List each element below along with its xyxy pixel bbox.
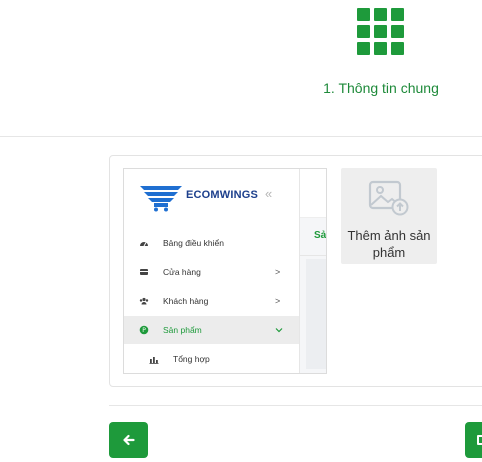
chevron-right-icon: > [275,267,281,277]
divider [109,405,482,406]
sidebar-item-customers[interactable]: Khách hàng > [124,287,299,315]
save-button[interactable] [465,422,482,458]
arrow-left-icon [122,434,135,446]
sidebar-item-label: Cửa hàng [163,267,201,277]
add-photo-label: Thêm ảnh sản phẩm [347,228,431,260]
brand-name: ECOMWINGS [186,189,259,201]
ecomwings-logo [140,186,182,212]
divider [300,255,326,256]
sidebar-item-products[interactable]: P Sản phẩm [124,316,299,344]
sidebar-item-store[interactable]: Cửa hàng > [124,258,299,286]
preview-main-area: Sả [299,169,327,373]
divider [0,136,482,137]
back-button[interactable] [109,422,148,458]
add-photo-button[interactable]: Thêm ảnh sản phẩm [341,168,437,264]
product-icon: P [139,325,149,335]
chart-icon [149,357,159,364]
sidebar-subitem-summary[interactable]: Tổng hợp [124,347,299,371]
preview-panel [306,259,326,369]
step-title: 1. Thông tin chung [323,80,439,96]
sidebar-item-label: Sản phẩm [163,325,202,335]
grid-icon [357,8,405,56]
preview-topbar [300,169,326,218]
users-icon [139,297,149,305]
sidebar-item-label: Khách hàng [163,296,209,306]
save-icon [477,435,482,445]
dashboard-icon [140,242,148,247]
preview-main-tab: Sả [314,230,327,241]
product-image-thumbnail[interactable]: ECOMWINGS « Bảng điều khiển Cửa hàng > K… [123,168,327,374]
preview-sidebar: ECOMWINGS « Bảng điều khiển Cửa hàng > K… [124,169,299,373]
sidebar-item-dashboard[interactable]: Bảng điều khiển [124,229,299,257]
sidebar-subitem-label: Tổng hợp [173,354,210,364]
svg-text:P: P [142,327,146,334]
double-chevron-left-icon[interactable]: « [265,186,272,201]
store-icon [140,269,148,275]
chevron-right-icon: > [275,296,281,306]
image-upload-icon [368,180,409,216]
chevron-down-icon [275,328,283,333]
sidebar-item-label: Bảng điều khiển [163,238,224,248]
